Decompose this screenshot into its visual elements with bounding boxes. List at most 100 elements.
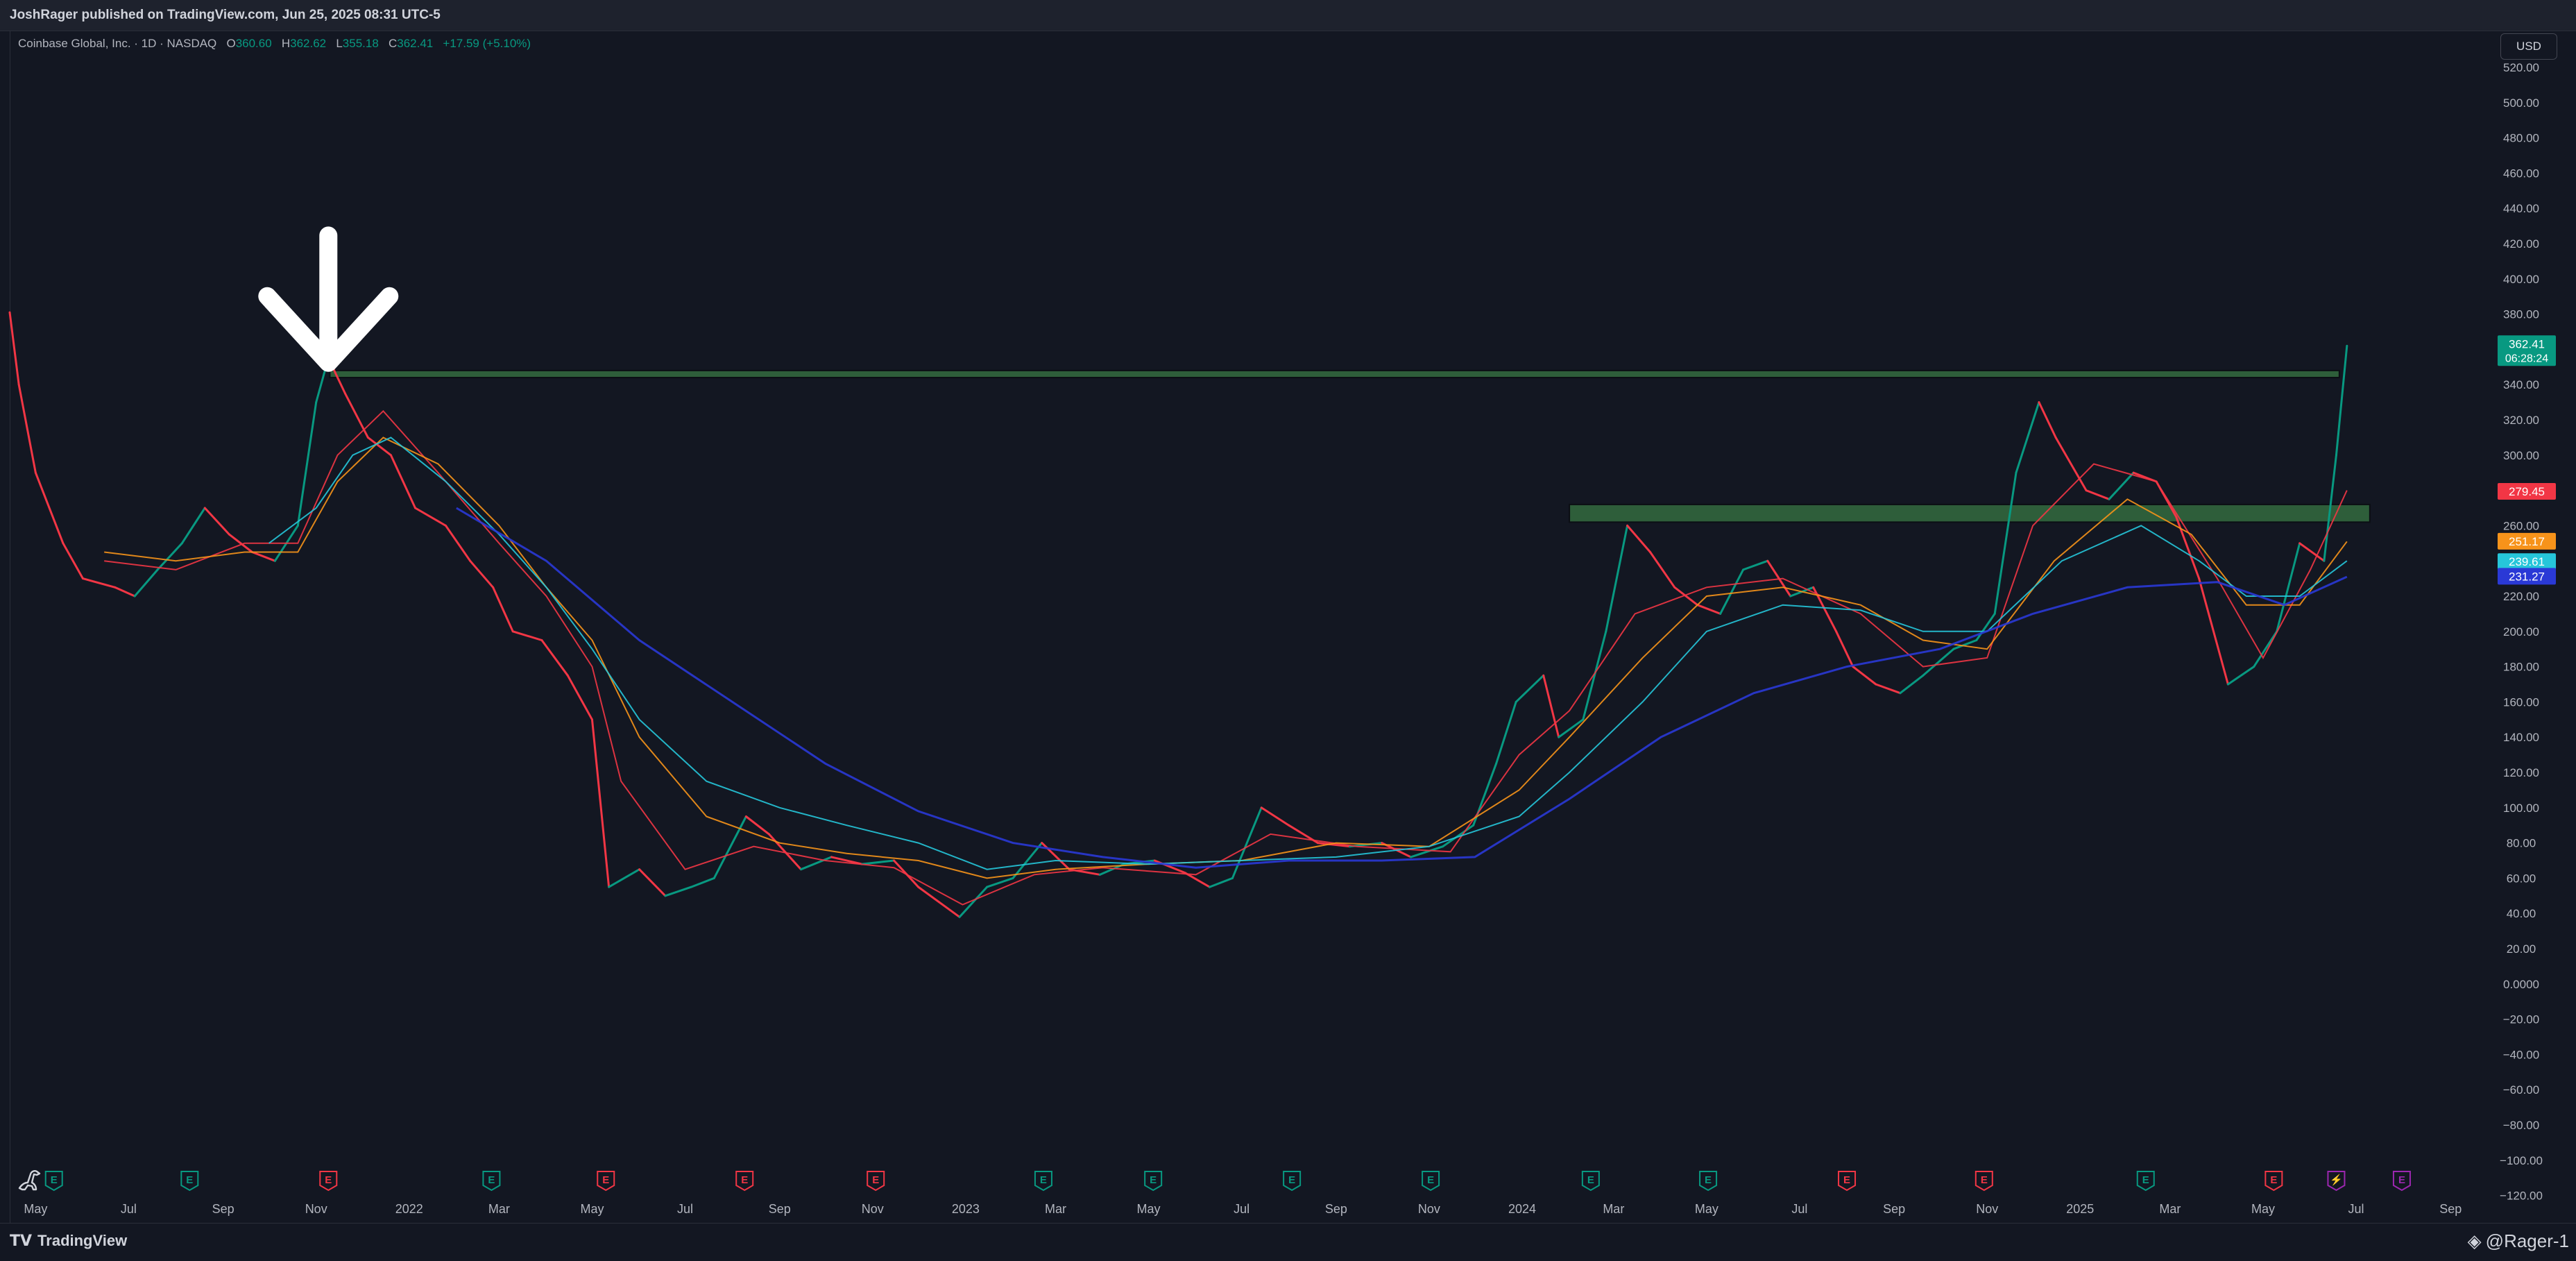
high-value: 362.62 <box>290 37 327 50</box>
author-name: @Rager-1 <box>2485 1230 2569 1251</box>
event-marker-letter: E <box>602 1174 609 1186</box>
price-segment <box>958 886 989 918</box>
price-segment <box>664 886 692 897</box>
symbol-legend[interactable]: Coinbase Global, Inc. · 1D · NASDAQ O360… <box>18 37 531 51</box>
author-tag[interactable]: ◈ @Rager-1 <box>2468 1230 2569 1252</box>
price-segment <box>860 859 896 865</box>
price-axis-label: 480.00 <box>2503 132 2539 145</box>
time-axis-label: 2025 <box>2066 1202 2094 1216</box>
price-axis-label: 380.00 <box>2503 308 2539 321</box>
price-axis-label: 200.00 <box>2503 625 2539 638</box>
time-axis-label: Jul <box>121 1202 137 1216</box>
price-segment <box>1696 604 1722 615</box>
price-axis-label: 220.00 <box>2503 590 2539 603</box>
price-axis-label: 80.00 <box>2507 837 2536 850</box>
price-segment <box>17 383 37 474</box>
price-segment <box>180 507 206 545</box>
time-axis-label: Sep <box>212 1202 234 1216</box>
time-axis-label: Sep <box>769 1202 791 1216</box>
price-segment <box>690 877 715 888</box>
dino-icon[interactable] <box>15 1165 46 1195</box>
currency-button[interactable]: USD <box>2500 33 2557 60</box>
time-axis-label: 2022 <box>395 1202 423 1216</box>
price-segment <box>203 507 230 536</box>
resistance-zone-2 <box>1569 503 2371 523</box>
price-axis-label: 100.00 <box>2503 802 2539 815</box>
price-segment <box>767 833 803 871</box>
resistance-zones <box>329 369 2371 523</box>
price-segment <box>1605 524 1629 633</box>
price-segment <box>1184 872 1211 888</box>
symbol-name: Coinbase Global, Inc. · 1D · NASDAQ <box>18 37 217 50</box>
open-label: O <box>226 37 236 50</box>
price-tag-label: 231.27 <box>2509 570 2545 583</box>
bottom-bar <box>0 1223 2576 1261</box>
price-segment <box>1260 806 1290 827</box>
event-marker-letter: E <box>2398 1174 2405 1186</box>
event-markers: E E E E E E E E E E E E E E E E E ⚡ E <box>44 1171 2411 1192</box>
price-segment <box>511 630 543 641</box>
price-segment <box>2335 344 2348 457</box>
change-value: +17.59 (+5.10%) <box>443 37 531 50</box>
price-axis-label: 20.00 <box>2507 942 2536 956</box>
time-axis-label: Sep <box>2439 1202 2462 1216</box>
price-segment <box>2175 516 2201 580</box>
time-axis: May Jul Sep Nov 2022 Mar May Jul Sep Nov 2023 Mar Ma… <box>24 1202 2462 1216</box>
time-axis-label: Mar <box>488 1202 510 1216</box>
price-axis-label: 260.00 <box>2503 519 2539 532</box>
price-segment <box>492 586 514 633</box>
event-marker-letter: E <box>1150 1174 1157 1186</box>
tradingview-brand[interactable]: 𝗧𝗩 TradingView <box>10 1232 127 1250</box>
time-axis-label: Jul <box>2348 1202 2364 1216</box>
event-marker-letter: E <box>1427 1174 1434 1186</box>
event-marker-letter: E <box>488 1174 495 1186</box>
price-axis-label: −20.00 <box>2503 1013 2539 1026</box>
price-segment <box>389 454 417 509</box>
time-axis-label: May <box>24 1202 47 1216</box>
price-segment <box>1673 586 1699 607</box>
open-value: 360.60 <box>235 37 272 50</box>
price-chart[interactable]: 520.00 500.00 480.00 460.00 440.00 420.00 400.… <box>0 0 2576 1223</box>
price-axis-label: 400.00 <box>2503 273 2539 286</box>
price-segment <box>1495 700 1517 765</box>
price-segment <box>469 559 495 589</box>
event-marker-letter: ⚡ <box>2330 1174 2343 1186</box>
price-tag-label: 362.41 <box>2509 337 2545 350</box>
event-marker-letter: E <box>186 1174 193 1186</box>
price-axis-label: 0.0000 <box>2503 978 2539 991</box>
price-segment <box>2298 542 2326 562</box>
price-segment <box>2038 401 2057 439</box>
time-axis-label: Nov <box>305 1202 327 1216</box>
price-axis-label: −60.00 <box>2503 1083 2539 1097</box>
price-segment <box>1515 674 1545 703</box>
moving-averages <box>104 409 2348 906</box>
event-marker-letter: E <box>325 1174 332 1186</box>
event-marker-letter: E <box>2270 1174 2277 1186</box>
price-axis-label: 120.00 <box>2503 766 2539 779</box>
price-segment <box>1231 806 1263 879</box>
time-axis-label: Nov <box>1976 1202 1998 1216</box>
price-segment <box>444 524 472 562</box>
price-segment <box>133 568 159 598</box>
price-segment <box>2085 489 2110 500</box>
time-axis-label: 2023 <box>952 1202 980 1216</box>
countdown-label: 06:28:24 <box>2505 353 2548 364</box>
moving-average-line-3 <box>268 437 2348 870</box>
price-segment <box>1852 666 1877 686</box>
diamond-icon: ◈ <box>2467 1230 2482 1251</box>
price-segment <box>1649 551 1676 589</box>
price-axis-label: 460.00 <box>2503 167 2539 180</box>
time-axis-label: Jul <box>1234 1202 1249 1216</box>
price-segment <box>2108 471 2135 500</box>
price-segment <box>608 868 641 888</box>
low-label: L <box>336 37 343 50</box>
high-label: H <box>281 37 291 50</box>
time-axis-label: May <box>580 1202 604 1216</box>
event-marker-letter: E <box>1705 1174 1712 1186</box>
price-segment <box>8 311 20 386</box>
price-axis-label: 320.00 <box>2503 414 2539 427</box>
price-axis-label: 300.00 <box>2503 449 2539 462</box>
moving-average-line-1 <box>104 409 2348 906</box>
price-segment <box>1922 648 1955 677</box>
time-axis-label: Mar <box>1603 1202 1624 1216</box>
